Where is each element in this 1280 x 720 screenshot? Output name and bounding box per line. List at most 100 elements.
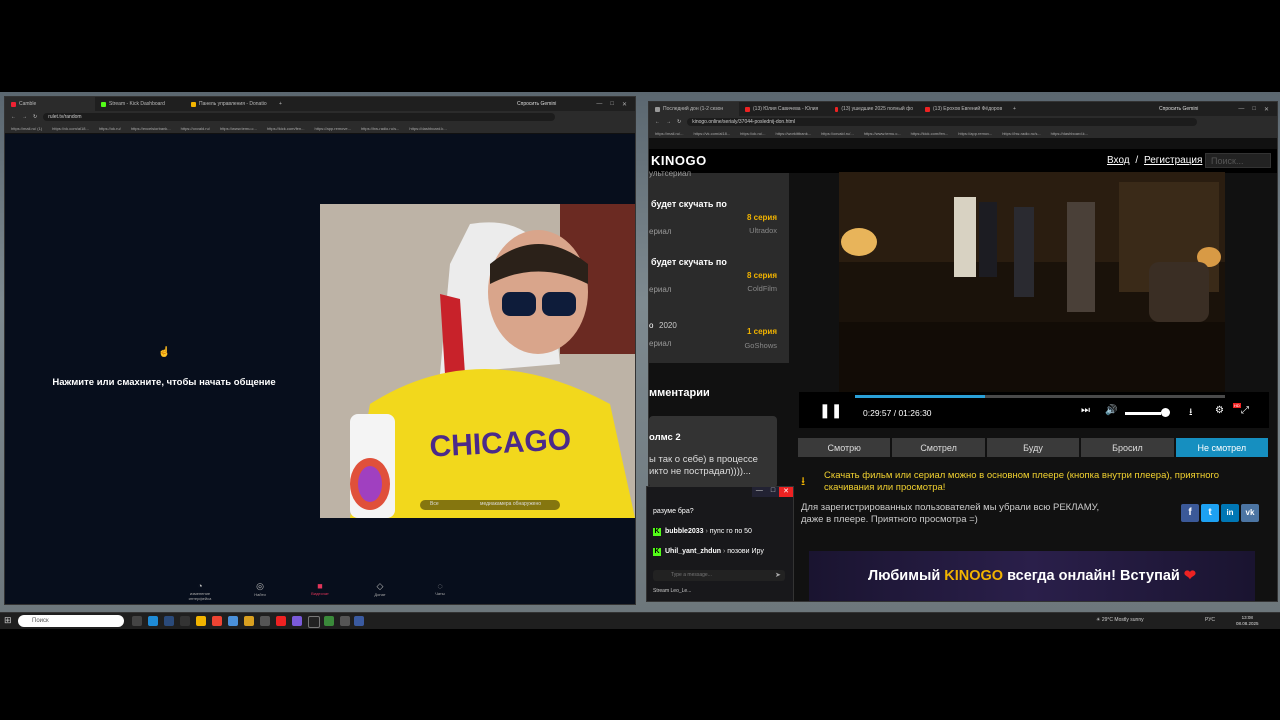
forward-icon[interactable]: → xyxy=(666,119,671,125)
close-button[interactable]: ✕ xyxy=(622,101,627,108)
status-will-watch-button[interactable]: Буду xyxy=(986,438,1080,457)
new-tab-button[interactable]: + xyxy=(1013,106,1016,112)
vk-share-icon[interactable]: vk xyxy=(1241,504,1259,522)
site-search-input[interactable]: Поиск... xyxy=(1205,153,1271,168)
forward-icon[interactable]: → xyxy=(22,114,27,120)
comment-author[interactable]: олмс 2 xyxy=(649,432,681,443)
bookmark[interactable]: https://excelsiorbank... xyxy=(131,126,171,131)
back-icon[interactable]: ← xyxy=(11,114,16,120)
start-chat-hint[interactable]: Нажмите или смахните, чтобы начать общен… xyxy=(5,377,323,388)
bookmark[interactable]: https://workittbank... xyxy=(775,131,811,136)
taskbar-search-input[interactable]: Поиск xyxy=(18,615,124,627)
bookmark[interactable]: https://kick.com/fen... xyxy=(911,131,949,136)
app-icon[interactable] xyxy=(196,616,206,626)
minimize-button[interactable]: — xyxy=(751,487,767,497)
volume-slider[interactable] xyxy=(1125,412,1161,415)
steam-icon[interactable] xyxy=(164,616,174,626)
right-tab-0[interactable]: Последний дон (1-2 сезон xyxy=(649,102,739,116)
bookmark[interactable]: https://ok.ru/ xyxy=(99,126,121,131)
progress-bar[interactable] xyxy=(855,395,1225,398)
twitter-share-icon[interactable]: t xyxy=(1201,504,1219,522)
chat-username[interactable]: bubble2033 xyxy=(665,528,704,535)
download-icon[interactable]: ⭳ xyxy=(1189,405,1193,422)
left-address-bar[interactable]: rulet.tv/random xyxy=(43,113,555,121)
volume-knob[interactable] xyxy=(1161,408,1170,417)
login-link[interactable]: Вход xyxy=(1107,155,1130,166)
clock[interactable]: 13:08 08.08.2025 xyxy=(1236,615,1259,627)
bookmark[interactable]: https://app.remove... xyxy=(314,126,350,131)
bookmark[interactable]: https://hw-radio.ru/s... xyxy=(1002,131,1040,136)
folder-icon[interactable] xyxy=(244,616,254,626)
chat-input[interactable]: Type a message... xyxy=(653,570,785,581)
ask-gemini-button[interactable]: Спросить Gemini xyxy=(1159,106,1198,112)
bookmark[interactable]: https://oxvald.ru/... xyxy=(821,131,854,136)
nav-donate[interactable]: ◇ Донат xyxy=(360,581,400,597)
volume-icon[interactable]: 🔊 xyxy=(1105,405,1117,416)
status-watching-button[interactable]: Смотрю xyxy=(798,438,891,457)
left-tab-1[interactable]: Stream - Kick Dashboard xyxy=(95,97,185,111)
bookmark[interactable]: https://www.temu.c... xyxy=(220,126,257,131)
chat-username[interactable]: Uhil_yant_zhdun xyxy=(665,548,721,555)
community-banner[interactable]: Любимый KINOGO всегда онлайн! Вступай ❤ xyxy=(809,551,1255,601)
linkedin-share-icon[interactable]: in xyxy=(1221,504,1239,522)
minimize-button[interactable]: — xyxy=(596,101,602,107)
nav-find[interactable]: ◎ Найти xyxy=(240,581,280,597)
bookmark[interactable]: https://vk.com/al18... xyxy=(52,126,89,131)
site-logo[interactable]: KINOGO xyxy=(651,153,707,168)
nav-videochat[interactable]: ■ Видеочат xyxy=(300,581,340,596)
bookmark[interactable]: https://hw-radio.ru/s... xyxy=(361,126,399,131)
app-icon[interactable] xyxy=(212,616,222,626)
back-icon[interactable]: ← xyxy=(655,119,660,125)
maximize-button[interactable]: □ xyxy=(1252,106,1256,112)
edge-icon[interactable] xyxy=(148,616,158,626)
register-link[interactable]: Регистрация xyxy=(1144,155,1202,166)
app-icon[interactable] xyxy=(276,616,286,626)
language-indicator[interactable]: РУС xyxy=(1205,617,1215,623)
start-menu-icon[interactable]: ⊞ xyxy=(4,615,12,626)
bookmark[interactable]: https://www.temu.c... xyxy=(864,131,901,136)
status-not-watched-button[interactable]: Не смотрел xyxy=(1175,438,1269,457)
bookmark[interactable]: https://vk.com/al18... xyxy=(693,131,730,136)
right-address-bar[interactable]: kinogo.online/serialy/37044-poslednij-do… xyxy=(687,118,1197,126)
reload-icon[interactable]: ↻ xyxy=(33,114,37,120)
bookmark[interactable]: https://mail.ru/... xyxy=(655,131,683,136)
task-view-icon[interactable] xyxy=(132,616,142,626)
list-item[interactable]: будет скучать по 8 серия Ultradox ериал xyxy=(649,199,789,249)
left-tab-2[interactable]: Панель управления - Donatio xyxy=(185,97,275,111)
close-button[interactable]: ✕ xyxy=(1264,106,1269,113)
left-tab-0[interactable]: Сamble xyxy=(5,97,95,111)
maximize-button[interactable]: □ xyxy=(766,487,780,497)
app-icon[interactable] xyxy=(260,616,270,626)
new-tab-button[interactable]: + xyxy=(279,101,282,107)
status-watched-button[interactable]: Смотрел xyxy=(892,438,985,457)
fullscreen-icon[interactable]: ⤢ xyxy=(1241,405,1249,416)
list-item[interactable]: будет скучать по 8 серия ColdFilm ериал xyxy=(649,257,789,307)
cam-filter-all[interactable]: Все xyxy=(430,501,439,507)
minimize-button[interactable]: — xyxy=(1238,106,1244,112)
maximize-button[interactable]: □ xyxy=(610,101,614,107)
status-dropped-button[interactable]: Бросил xyxy=(1081,438,1174,457)
send-icon[interactable]: ➤ xyxy=(775,571,781,579)
nav-interface[interactable]: ◔ изменение интерфейса xyxy=(180,581,220,601)
facebook-share-icon[interactable]: f xyxy=(1181,504,1199,522)
nav-chats[interactable]: ◌ Чаты xyxy=(420,581,460,596)
right-tab-2[interactable]: (13) ушедшие 2025 полный фо xyxy=(829,102,919,116)
video-frame[interactable] xyxy=(839,172,1225,394)
bookmark[interactable]: https://dashboard.k... xyxy=(409,126,446,131)
app-icon[interactable] xyxy=(228,616,238,626)
right-tab-3[interactable]: (13) Ерохов Евгений Фёдоров xyxy=(919,102,1009,116)
bookmark[interactable]: https://kick.com/fen... xyxy=(267,126,305,131)
settings-gear-icon[interactable]: ⚙ xyxy=(1215,405,1224,416)
chrome-icon[interactable] xyxy=(340,616,350,626)
close-button[interactable]: ✕ xyxy=(779,487,793,497)
chrome-icon[interactable] xyxy=(324,616,334,626)
bookmark[interactable]: https://mail.ru/ (1) xyxy=(11,126,42,131)
bookmark[interactable]: https://oxvald.ru/ xyxy=(181,126,210,131)
app-icon[interactable] xyxy=(180,616,190,626)
bookmark[interactable]: https://ok.ru/... xyxy=(740,131,765,136)
app-icon[interactable] xyxy=(354,616,364,626)
reload-icon[interactable]: ↻ xyxy=(677,119,681,125)
bookmark[interactable]: https://dashboard.k... xyxy=(1051,131,1088,136)
list-item[interactable]: о 2020 1 серия GoShows ериал xyxy=(649,321,789,361)
ask-gemini-button[interactable]: Спросить Gemini xyxy=(517,101,556,107)
